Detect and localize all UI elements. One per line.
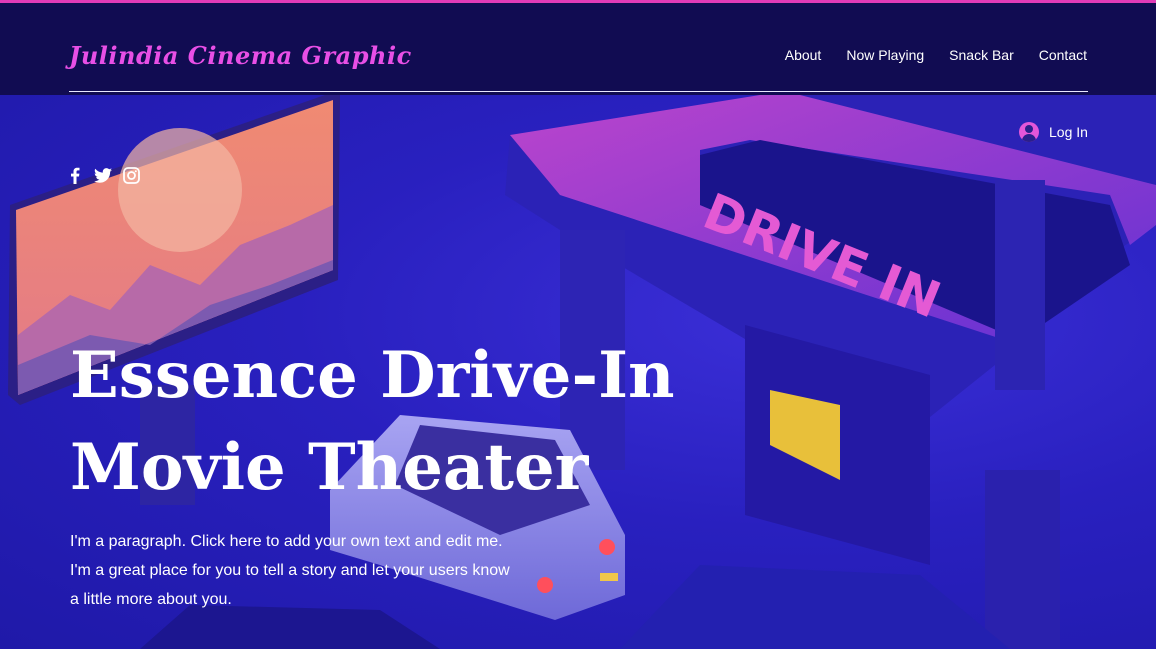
hero-title-line-2: Movie Theater	[70, 430, 589, 505]
instagram-icon[interactable]	[122, 166, 140, 184]
nav-item-contact[interactable]: Contact	[1039, 47, 1087, 63]
twitter-icon[interactable]	[94, 166, 112, 184]
hero-paragraph-line-1: I'm a paragraph. Click here to add your …	[70, 533, 503, 550]
hero-paragraph: I'm a paragraph. Click here to add your …	[70, 527, 560, 614]
facebook-icon[interactable]	[66, 166, 84, 184]
main-nav: About Now Playing Snack Bar Contact	[785, 47, 1087, 63]
nav-item-about[interactable]: About	[785, 47, 822, 63]
site-logo[interactable]: Julindia Cinema Graphic	[69, 41, 412, 70]
nav-item-snack-bar[interactable]: Snack Bar	[949, 47, 1014, 63]
social-bar	[66, 166, 140, 184]
site-header: Julindia Cinema Graphic About Now Playin…	[0, 3, 1156, 95]
hero-title: Essence Drive-In Movie Theater	[70, 330, 675, 514]
hero-paragraph-line-2: I'm a great place for you to tell a stor…	[70, 562, 510, 579]
login-label: Log In	[1049, 124, 1088, 140]
header-divider	[69, 91, 1088, 92]
user-avatar-icon	[1019, 122, 1039, 142]
nav-item-now-playing[interactable]: Now Playing	[846, 47, 924, 63]
login-button[interactable]: Log In	[1019, 122, 1088, 142]
hero-paragraph-line-3: a little more about you.	[70, 591, 232, 608]
hero-title-line-1: Essence Drive-In	[70, 338, 675, 413]
